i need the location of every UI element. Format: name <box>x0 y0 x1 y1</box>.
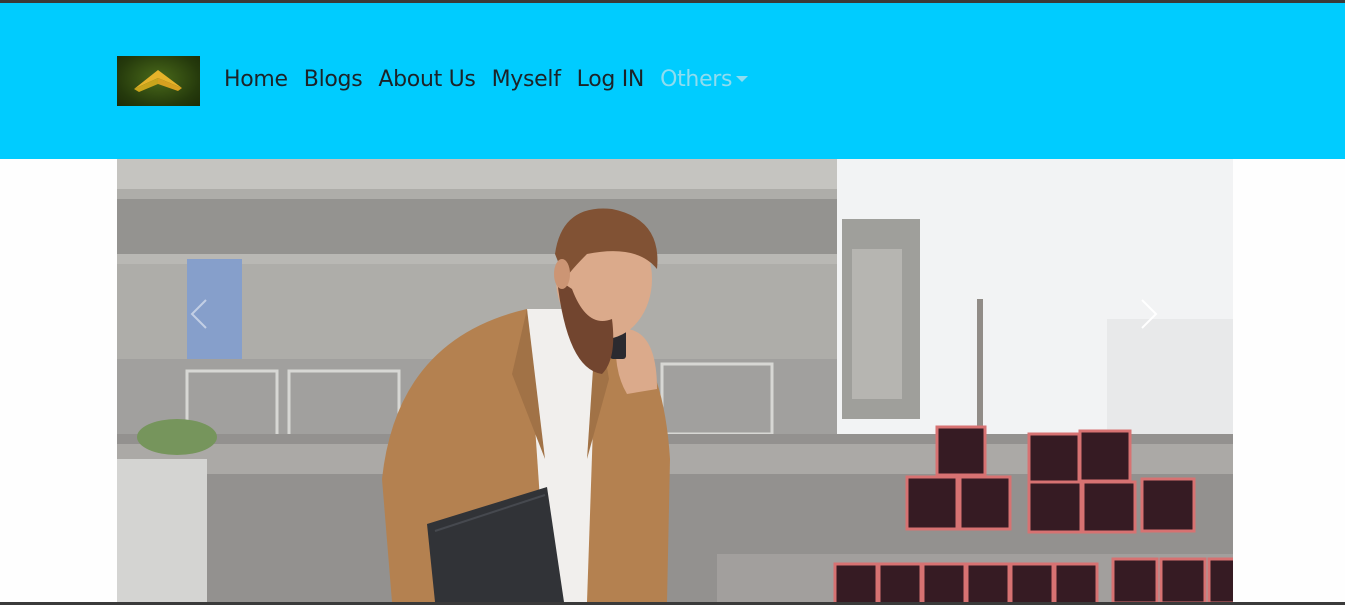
nav-myself-link[interactable]: Myself <box>484 67 569 92</box>
house-roof-logo-icon <box>134 70 182 92</box>
brand-logo[interactable] <box>117 56 200 106</box>
nav-others-label: Others <box>660 66 733 92</box>
nav-menu: Home Blogs About Us Myself Log IN Others <box>216 63 756 95</box>
hero-photo <box>117 159 1233 602</box>
nav-blogs-link[interactable]: Blogs <box>296 67 371 92</box>
nav-about-us-link[interactable]: About Us <box>370 67 483 92</box>
caret-down-icon <box>736 75 749 82</box>
nav-login-link[interactable]: Log IN <box>569 67 652 92</box>
chevron-left-icon <box>190 299 207 329</box>
hero-carousel <box>117 159 1233 602</box>
chevron-right-icon <box>1141 299 1158 329</box>
carousel-prev-control[interactable] <box>180 292 220 336</box>
nav-others-dropdown[interactable]: Others <box>652 67 756 92</box>
nav-home-link[interactable]: Home <box>216 67 296 92</box>
carousel-next-control[interactable] <box>1128 292 1168 336</box>
navbar: Home Blogs About Us Myself Log IN Others <box>0 3 1345 159</box>
